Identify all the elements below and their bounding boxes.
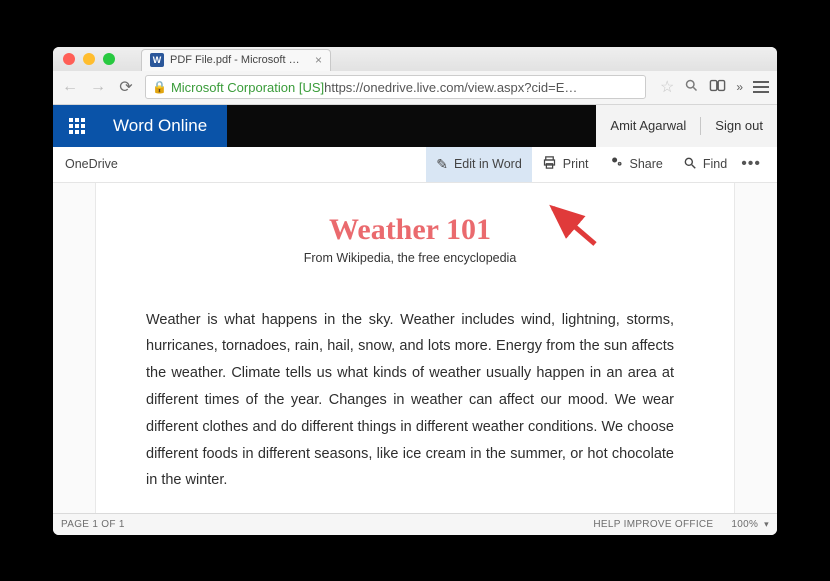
page-indicator[interactable]: PAGE 1 OF 1 [61,519,125,530]
divider [700,117,701,135]
word-favicon-icon: W [150,53,164,67]
browser-tab[interactable]: W PDF File.pdf - Microsoft W… × [141,49,331,71]
address-bar: ← → ⟳ 🔒 Microsoft Corporation [US] https… [53,71,777,105]
share-label: Share [630,157,663,171]
status-bar: PAGE 1 OF 1 HELP IMPROVE OFFICE 100% ▾ [53,513,777,535]
zoom-level[interactable]: 100% [731,519,758,530]
print-button[interactable]: Print [532,147,599,182]
titlebar: W PDF File.pdf - Microsoft W… × [53,47,777,71]
document-subtitle: From Wikipedia, the free encyclopedia [146,251,674,265]
app-brand[interactable]: Word Online [101,105,227,147]
back-button[interactable]: ← [61,78,79,96]
minimize-window-button[interactable] [83,53,95,65]
help-improve-link[interactable]: HELP IMPROVE OFFICE [593,519,713,530]
app-header: Word Online Amit Agarwal Sign out [53,105,777,147]
maximize-window-button[interactable] [103,53,115,65]
zoom-dropdown-icon[interactable]: ▾ [764,519,769,530]
document-title: Weather 101 [146,213,674,247]
tab-title: PDF File.pdf - Microsoft W… [170,54,309,66]
app-launcher-button[interactable] [53,105,101,147]
browser-window: W PDF File.pdf - Microsoft W… × ← → ⟳ 🔒 … [53,47,777,535]
header-spacer [227,105,596,147]
reload-button[interactable]: ⟳ [117,77,135,97]
menu-icon[interactable] [753,81,769,93]
browser-tabs: W PDF File.pdf - Microsoft W… × [141,47,331,71]
waffle-icon [69,118,85,134]
more-actions-button[interactable]: ••• [737,155,765,173]
user-name[interactable]: Amit Agarwal [610,118,686,133]
find-button[interactable]: Find [673,147,737,182]
bookmark-star-icon[interactable]: ☆ [660,77,674,97]
print-icon [542,155,557,173]
print-label: Print [563,157,589,171]
command-bar: OneDrive ✎ Edit in Word Print + Share Fi… [53,147,777,183]
url-text: https://onedrive.live.com/view.aspx?cid=… [324,80,577,95]
window-controls [63,53,115,65]
edit-label: Edit in Word [454,157,522,171]
sign-out-link[interactable]: Sign out [715,118,763,133]
svg-text:+: + [618,162,620,166]
forward-button[interactable]: → [89,78,107,96]
document-body: Weather is what happens in the sky. Weat… [146,307,674,495]
share-icon: + [609,155,624,173]
extension-icon[interactable] [709,78,726,97]
ev-cert-label: Microsoft Corporation [US] [171,80,324,95]
breadcrumb[interactable]: OneDrive [65,157,118,171]
lock-icon: 🔒 [152,80,167,94]
pencil-icon: ✎ [436,156,448,173]
close-window-button[interactable] [63,53,75,65]
header-user-area: Amit Agarwal Sign out [596,105,777,147]
share-button[interactable]: + Share [599,147,673,182]
url-input[interactable]: 🔒 Microsoft Corporation [US] https://one… [145,75,646,99]
find-icon [683,156,697,173]
find-label: Find [703,157,727,171]
search-icon[interactable] [684,78,699,97]
overflow-chevron-icon[interactable]: » [736,80,743,94]
close-tab-icon[interactable]: × [315,53,322,67]
document-viewport: Weather 101 From Wikipedia, the free enc… [53,183,777,513]
edit-in-word-button[interactable]: ✎ Edit in Word [426,147,532,182]
document-page: Weather 101 From Wikipedia, the free enc… [95,183,735,513]
